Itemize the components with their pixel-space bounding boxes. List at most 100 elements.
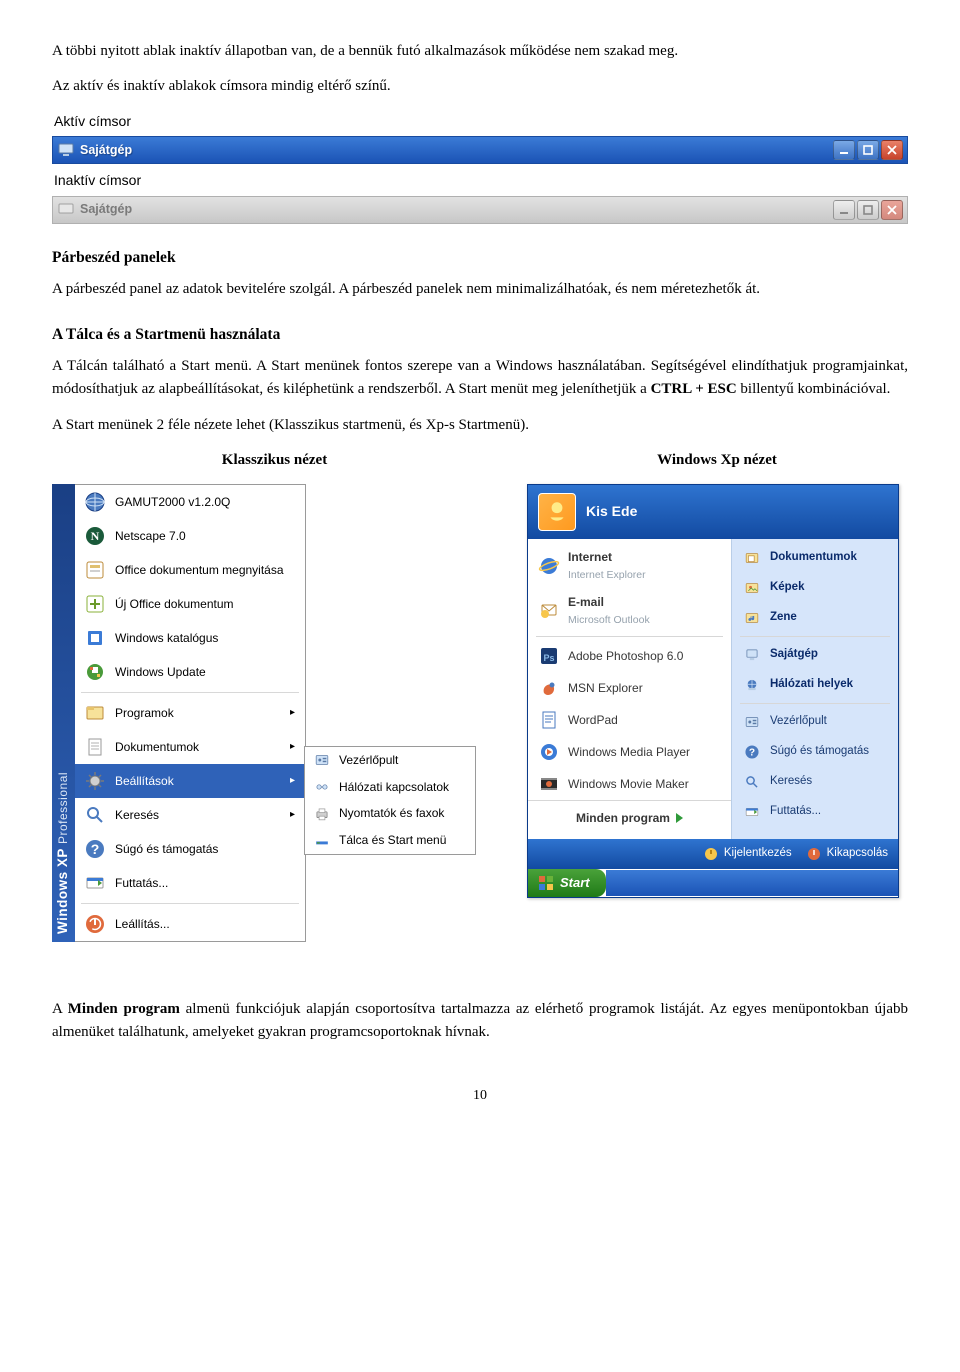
page-number: 10 [52, 1085, 908, 1107]
xp-item-wmm[interactable]: Windows Movie Maker [528, 768, 731, 800]
submenu-item-taskbar[interactable]: Tálca és Start menü [305, 827, 475, 854]
dialog-paragraph: A párbeszéd panel az adatok bevitelére s… [52, 278, 908, 301]
menu-item-label: Sajátgép [770, 646, 818, 664]
xp-item-ps[interactable]: Ps Adobe Photoshop 6.0 [528, 640, 731, 672]
separator [536, 636, 723, 637]
menu-item-sublabel: Microsoft Outlook [568, 612, 650, 628]
run-icon [83, 871, 107, 895]
xp-item-wmp[interactable]: Windows Media Player [528, 736, 731, 768]
menu-item-sublabel: Internet Explorer [568, 567, 646, 583]
settings-submenu: Vezérlőpult Hálózati kapcsolatok Nyomtatók… [304, 746, 476, 854]
menu-item-label: Súgó és támogatás [115, 840, 218, 859]
menu-item-label: Futtatás... [770, 803, 821, 821]
shutdown-button[interactable]: Kikapcsolás [806, 845, 888, 863]
ps-icon: Ps [538, 645, 560, 667]
logoff-button[interactable]: Kijelentkezés [703, 845, 792, 863]
menu-item-label: Internet [568, 550, 612, 564]
minimize-button[interactable] [833, 140, 855, 160]
menu-item-label: Windows Movie Maker [568, 775, 689, 794]
menu-item-label: Hálózati kapcsolatok [339, 778, 449, 797]
maximize-button[interactable] [857, 200, 879, 220]
classic-item-help[interactable]: ? Súgó és támogatás [75, 832, 305, 866]
xp-right-cpl[interactable]: Vezérlőpult [732, 707, 898, 737]
classic-item-programs[interactable]: Programok [75, 696, 305, 730]
separator [81, 903, 299, 904]
separator [81, 692, 299, 693]
outlook-icon [538, 599, 560, 621]
cpl-icon [313, 751, 331, 769]
menu-item-label: Keresés [115, 806, 159, 825]
close-button[interactable] [881, 200, 903, 220]
xp-right-mycomp[interactable]: Sajátgép [732, 640, 898, 670]
xp-right-run[interactable]: Futtatás... [732, 797, 898, 827]
intro-p2: Az aktív és inaktív ablakok címsora mind… [52, 75, 908, 98]
office-new-icon [83, 592, 107, 616]
classic-item-update[interactable]: Windows Update [75, 655, 305, 689]
minimize-button[interactable] [833, 200, 855, 220]
xp-right-mypics[interactable]: Képek [732, 573, 898, 603]
classic-item-office-new[interactable]: Új Office dokumentum [75, 587, 305, 621]
close-button[interactable] [881, 140, 903, 160]
menu-item-label: Zene [770, 609, 797, 627]
chevron-right-icon [676, 813, 683, 823]
menu-item-label: Programok [115, 704, 174, 723]
menu-item-label: Dokumentumok [770, 549, 857, 567]
menu-item-label: Adobe Photoshop 6.0 [568, 647, 683, 666]
intro-p1: A többi nyitott ablak inaktív állapotban… [52, 40, 908, 63]
xp-view-label: Windows Xp nézet [527, 449, 907, 472]
classic-item-documents[interactable]: Dokumentumok [75, 730, 305, 764]
classic-item-search[interactable]: Keresés [75, 798, 305, 832]
menu-item-label: Vezérlőpult [339, 751, 398, 770]
classic-item-shutdown[interactable]: Leállítás... [75, 907, 305, 941]
menu-item-label: Leállítás... [115, 915, 170, 934]
classic-item-globe[interactable]: GAMUT2000 v1.2.0Q [75, 485, 305, 519]
shutdown-icon [83, 912, 107, 936]
settings-icon [83, 769, 107, 793]
menu-item-label: E-mail [568, 595, 604, 609]
maximize-button[interactable] [857, 140, 879, 160]
windows-logo-icon [538, 875, 554, 891]
taskbar-p1: A Tálcán található a Start menü. A Start… [52, 355, 908, 402]
classic-item-settings[interactable]: Beállítások [75, 764, 305, 798]
separator [740, 703, 890, 704]
submenu-item-net[interactable]: Hálózati kapcsolatok [305, 774, 475, 801]
xp-right-netplaces[interactable]: Hálózati helyek [732, 670, 898, 700]
mypics-icon [742, 578, 762, 598]
netscape-icon: N [83, 524, 107, 548]
classic-item-run[interactable]: Futtatás... [75, 866, 305, 900]
xp-right-search[interactable]: Keresés [732, 767, 898, 797]
active-titlebar: Sajátgép [52, 136, 908, 164]
active-titlebar-title: Sajátgép [80, 141, 833, 160]
submenu-item-printer[interactable]: Nyomtatók és faxok [305, 800, 475, 827]
classic-item-catalog[interactable]: Windows katalógus [75, 621, 305, 655]
menu-item-label: Tálca és Start menü [339, 831, 446, 850]
search-icon [742, 772, 762, 792]
xp-right-help[interactable]: ?Súgó és támogatás [732, 737, 898, 767]
ie-icon [538, 555, 560, 577]
start-button[interactable]: Start [528, 869, 606, 897]
classic-item-netscape[interactable]: NNetscape 7.0 [75, 519, 305, 553]
xp-username: Kis Ede [586, 501, 637, 523]
xp-item-ie[interactable]: Internet Internet Explorer [528, 543, 731, 588]
logoff-icon [703, 846, 719, 862]
menu-item-label: Minden program [576, 809, 670, 828]
svg-text:N: N [91, 529, 100, 543]
xp-right-mymusic[interactable]: Zene [732, 603, 898, 633]
xp-item-outlook[interactable]: E-mail Microsoft Outlook [528, 588, 731, 633]
mydocs-icon [742, 548, 762, 568]
all-programs[interactable]: Minden program [528, 800, 731, 836]
menu-item-label: WordPad [568, 711, 618, 730]
help-icon: ? [83, 837, 107, 861]
menu-item-label: Windows Media Player [568, 743, 690, 762]
computer-icon [58, 142, 74, 158]
xp-item-wordpad[interactable]: WordPad [528, 704, 731, 736]
menu-item-label: Futtatás... [115, 874, 168, 893]
shutdown-icon [806, 846, 822, 862]
submenu-item-cpl[interactable]: Vezérlőpult [305, 747, 475, 774]
taskbar-p2: A Start menünek 2 féle nézete lehet (Kla… [52, 414, 908, 437]
office-icon [83, 558, 107, 582]
classic-item-office[interactable]: Office dokumentum megnyitása [75, 553, 305, 587]
wordpad-icon [538, 709, 560, 731]
xp-right-mydocs[interactable]: Dokumentumok [732, 543, 898, 573]
xp-item-msn[interactable]: MSN Explorer [528, 672, 731, 704]
